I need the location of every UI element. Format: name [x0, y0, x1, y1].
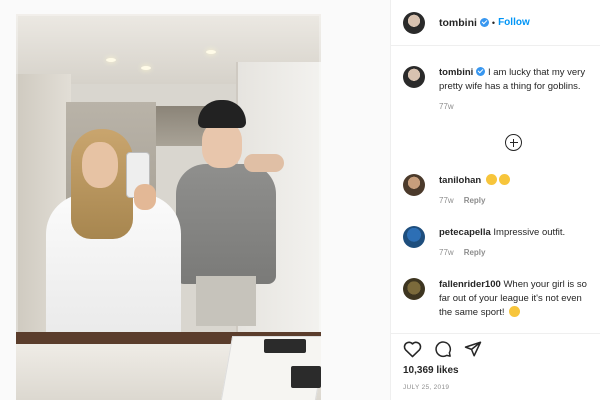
comment-text: tanilohan	[439, 174, 510, 188]
comment-username[interactable]: tanilohan	[439, 175, 481, 186]
follow-button[interactable]: Follow	[498, 17, 530, 28]
author-username[interactable]: tombini	[439, 17, 477, 29]
caption-text: tombini I am lucky that my very pretty w…	[439, 66, 593, 94]
commenter-avatar[interactable]	[403, 174, 425, 196]
verified-badge-icon	[476, 67, 486, 76]
list-item: tanilohan 77w Reply	[403, 174, 593, 205]
reply-button[interactable]: Reply	[464, 196, 486, 205]
post-actions: 10,369 likes JULY 25, 2019	[391, 333, 600, 400]
verified-badge-icon	[479, 18, 489, 27]
comment-age: 77w	[439, 248, 454, 257]
comment-text: petecapella Impressive outfit.	[439, 226, 565, 240]
list-item: fallenrider100 When your girl is so far …	[403, 278, 593, 320]
share-icon[interactable]	[464, 340, 482, 358]
reply-button[interactable]: Reply	[464, 248, 486, 257]
separator-dot: •	[491, 17, 496, 28]
comment-username[interactable]: petecapella	[439, 227, 491, 238]
like-count[interactable]: 10,369 likes	[403, 365, 459, 376]
comment-username[interactable]: fallenrider100	[439, 279, 501, 290]
grinning-face-icon	[498, 174, 510, 185]
list-item: petecapella Impressive outfit. 77w Reply	[403, 226, 593, 257]
post-image[interactable]	[16, 14, 321, 400]
post-photo-area	[0, 0, 390, 400]
post-date: JULY 25, 2019	[403, 384, 450, 391]
mirror-edge	[16, 14, 321, 344]
caption-meta: 77w	[439, 102, 593, 111]
grinning-face-icon	[485, 174, 497, 185]
comment-meta: 77w Reply	[439, 196, 510, 205]
author-avatar[interactable]	[403, 11, 425, 34]
remote	[291, 366, 321, 388]
load-more-comments-icon[interactable]	[505, 134, 522, 151]
post-sidebar: tombini • Follow tombini I am lucky that…	[390, 0, 600, 400]
comments-list: tombini I am lucky that my very pretty w…	[391, 46, 600, 333]
smiling-face-icon	[509, 306, 521, 317]
caption: tombini I am lucky that my very pretty w…	[403, 66, 593, 111]
author-avatar[interactable]	[403, 66, 425, 88]
post-header: tombini • Follow	[391, 0, 600, 46]
action-icons	[403, 340, 482, 358]
comment-text: fallenrider100 When your girl is so far …	[439, 278, 593, 320]
comment-icon[interactable]	[434, 340, 452, 358]
heart-icon[interactable]	[403, 340, 422, 358]
commenter-avatar[interactable]	[403, 226, 425, 248]
caption-age: 77w	[439, 102, 454, 111]
remote	[264, 339, 306, 353]
commenter-avatar[interactable]	[403, 278, 425, 300]
caption-username[interactable]: tombini	[439, 67, 473, 78]
comment-body: Impressive outfit.	[493, 227, 566, 238]
comment-age: 77w	[439, 196, 454, 205]
comment-meta: 77w Reply	[439, 248, 565, 257]
